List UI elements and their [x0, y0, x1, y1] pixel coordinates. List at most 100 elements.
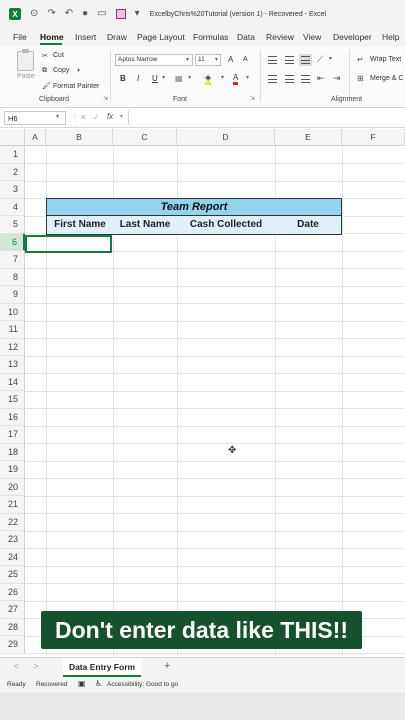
align-top-icon[interactable]	[268, 56, 277, 64]
row-header[interactable]: 20	[0, 478, 25, 496]
header-last-name[interactable]: Last Name	[113, 216, 177, 235]
add-sheet-icon[interactable]: +	[164, 660, 170, 672]
column-header-f[interactable]: F	[342, 129, 405, 146]
row-header[interactable]: 8	[0, 268, 25, 286]
row-header[interactable]: 21	[0, 496, 25, 514]
cut-button[interactable]: Cut	[53, 52, 64, 59]
quick-access-chevron-icon[interactable]: ▾	[135, 9, 140, 19]
fill-color-icon[interactable]: ◈	[205, 74, 212, 85]
row-header[interactable]: 7	[0, 251, 25, 269]
row-header[interactable]: 16	[0, 408, 25, 426]
column-header-e[interactable]: E	[275, 129, 342, 146]
column-header-a[interactable]: A	[25, 129, 46, 146]
tab-page-layout[interactable]: Page Layout	[137, 32, 185, 42]
wrap-text-button[interactable]: Wrap Text	[370, 56, 401, 63]
row-header[interactable]: 15	[0, 391, 25, 409]
layout-icon[interactable]: ▭	[97, 9, 106, 19]
italic-button[interactable]: I	[137, 74, 139, 83]
decrease-indent-icon[interactable]: ⇤	[317, 73, 325, 84]
row-header[interactable]: 25	[0, 566, 25, 584]
team-report-title[interactable]: Team Report	[46, 198, 342, 216]
tab-draw[interactable]: Draw	[107, 32, 127, 42]
undo-icon[interactable]: ↶	[65, 9, 73, 19]
paste-button[interactable]: Paste	[17, 73, 35, 80]
fx-chevron-icon[interactable]: ▾	[120, 113, 123, 120]
autosave-toggle-icon[interactable]: ⊙	[30, 9, 38, 19]
tab-review[interactable]: Review	[266, 32, 294, 42]
active-cell-outline[interactable]	[25, 235, 112, 253]
row-header[interactable]: 2	[0, 163, 25, 181]
borders-icon[interactable]: ▦	[175, 74, 183, 83]
borders-chevron-icon[interactable]: ▾	[188, 74, 191, 81]
enter-formula-icon[interactable]: ✓	[93, 113, 100, 122]
row-header[interactable]: 19	[0, 461, 25, 479]
next-sheet-icon[interactable]: >	[34, 662, 39, 671]
merge-center-button[interactable]: Merge & C	[370, 75, 403, 82]
row-header[interactable]: 26	[0, 583, 25, 601]
underline-chevron-icon[interactable]: ▾	[162, 74, 165, 81]
font-color-chevron-icon[interactable]: ▾	[246, 74, 249, 81]
orientation-chevron-icon[interactable]: ▾	[329, 55, 332, 62]
insert-function-button[interactable]: fx	[107, 112, 113, 121]
tab-view[interactable]: View	[303, 32, 321, 42]
row-header[interactable]: 24	[0, 548, 25, 566]
align-left-icon[interactable]	[268, 75, 277, 83]
row-header[interactable]: 28	[0, 618, 25, 636]
align-middle-icon[interactable]	[285, 56, 294, 64]
fill-color-chevron-icon[interactable]: ▾	[221, 74, 224, 81]
header-date[interactable]: Date	[275, 216, 342, 235]
row-header[interactable]: 29	[0, 636, 25, 654]
row-header[interactable]: 6	[0, 233, 25, 251]
name-box-chevron-icon[interactable]: ▾	[56, 113, 59, 120]
clipboard-launcher-icon[interactable]: ⇲	[103, 95, 108, 102]
row-header[interactable]: 13	[0, 356, 25, 374]
tab-home[interactable]: Home	[40, 32, 64, 42]
bold-button[interactable]: B	[120, 74, 126, 83]
tab-developer[interactable]: Developer	[333, 32, 372, 42]
align-right-icon[interactable]	[301, 75, 310, 83]
font-name-select[interactable]: Aptos Narrow	[115, 54, 193, 66]
align-center-icon[interactable]	[285, 75, 294, 83]
row-header[interactable]: 4	[0, 198, 25, 216]
status-accessibility[interactable]: Accessibility: Good to go	[107, 681, 178, 688]
accessibility-icon[interactable]: ♿	[95, 679, 102, 688]
worksheet-grid[interactable]: A B C D E F 1 2 3 4 5 6 7 8 9 10 11 12 13 14 15 16 17 18 1…	[0, 129, 405, 657]
formula-input[interactable]	[128, 111, 405, 125]
row-header[interactable]: 5	[0, 216, 25, 234]
grow-font-button[interactable]: A	[228, 55, 233, 64]
row-header[interactable]: 10	[0, 303, 25, 321]
underline-button[interactable]: U	[152, 74, 158, 83]
header-cash-collected[interactable]: Cash Collected	[177, 216, 275, 235]
redo-icon[interactable]: ↷	[47, 9, 55, 19]
tab-data[interactable]: Data	[237, 32, 255, 42]
align-bottom-icon[interactable]	[299, 54, 312, 66]
row-header[interactable]: 23	[0, 531, 25, 549]
orientation-icon[interactable]: ⟋	[317, 54, 323, 65]
tab-file[interactable]: File	[13, 32, 27, 42]
tab-help[interactable]: Help	[382, 32, 399, 42]
row-header[interactable]: 14	[0, 373, 25, 391]
column-header-b[interactable]: B	[46, 129, 113, 146]
select-all-corner[interactable]	[0, 129, 25, 146]
increase-indent-icon[interactable]: ⇥	[333, 73, 341, 84]
copy-button[interactable]: Copy	[53, 67, 69, 74]
column-header-d[interactable]: D	[177, 129, 275, 146]
save-icon[interactable]	[115, 9, 126, 19]
row-header[interactable]: 3	[0, 181, 25, 199]
row-header[interactable]: 1	[0, 146, 25, 164]
column-header-c[interactable]: C	[113, 129, 177, 146]
sheet-tab-data-entry-form[interactable]: Data Entry Form	[63, 658, 141, 677]
row-header[interactable]: 11	[0, 321, 25, 339]
row-header[interactable]: 17	[0, 426, 25, 444]
row-header[interactable]: 27	[0, 601, 25, 619]
paste-icon[interactable]	[17, 51, 34, 71]
shrink-font-button[interactable]: A	[243, 56, 248, 63]
copy-chevron-icon[interactable]: ▾	[77, 67, 80, 74]
row-header[interactable]: 12	[0, 338, 25, 356]
macro-record-icon[interactable]: ▣	[78, 679, 86, 688]
tab-formulas[interactable]: Formulas	[193, 32, 228, 42]
font-color-icon[interactable]: A	[233, 74, 239, 85]
row-header[interactable]: 9	[0, 286, 25, 304]
cancel-formula-icon[interactable]: ✕	[80, 113, 87, 122]
row-header[interactable]: 22	[0, 513, 25, 531]
